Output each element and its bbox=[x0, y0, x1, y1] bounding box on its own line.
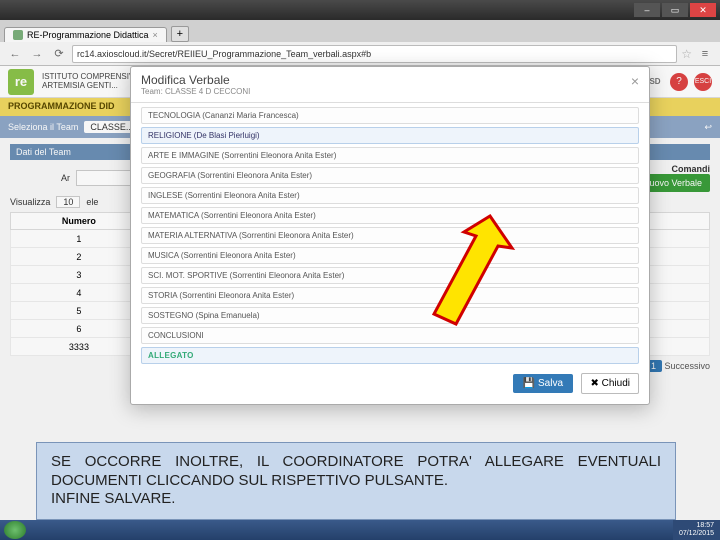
url-text: rc14.axioscloud.it/Secret/REIIEU_Program… bbox=[77, 49, 371, 59]
caption-line2: INFINE SALVARE. bbox=[51, 490, 175, 507]
tab-close-icon[interactable]: × bbox=[153, 30, 158, 40]
subject-item[interactable]: ARTE E IMMAGINE (Sorrentini Eleonora Ani… bbox=[141, 147, 639, 164]
subject-item[interactable]: MATEMATICA (Sorrentini Eleonora Anita Es… bbox=[141, 207, 639, 224]
nav-forward-button[interactable]: → bbox=[28, 45, 46, 63]
save-button[interactable]: 💾 Salva bbox=[513, 374, 573, 393]
subject-item[interactable]: SCI. MOT. SPORTIVE (Sorrentini Eleonora … bbox=[141, 267, 639, 284]
modal-header: Modifica Verbale Team: CLASSE 4 D CECCON… bbox=[131, 67, 649, 103]
start-button[interactable] bbox=[4, 521, 26, 539]
modal-close-icon[interactable]: × bbox=[631, 73, 639, 89]
browser-toolbar: ← → ⟳ rc14.axioscloud.it/Secret/REIIEU_P… bbox=[0, 42, 720, 66]
modal-body: TECNOLOGIA (Cananzi Maria Francesca) RELI… bbox=[131, 103, 649, 404]
modal-footer: 💾 Salva ✖ Chiudi bbox=[141, 367, 639, 394]
modifica-verbale-modal: Modifica Verbale Team: CLASSE 4 D CECCON… bbox=[130, 66, 650, 405]
browser-tab[interactable]: RE-Programmazione Didattica × bbox=[4, 27, 167, 42]
address-bar[interactable]: rc14.axioscloud.it/Secret/REIIEU_Program… bbox=[72, 45, 677, 63]
subject-item[interactable]: TECNOLOGIA (Cananzi Maria Francesca) bbox=[141, 107, 639, 124]
window-minimize-button[interactable]: – bbox=[634, 3, 660, 17]
instruction-caption: SE OCCORRE INOLTRE, IL COORDINATORE POTR… bbox=[36, 442, 676, 520]
bookmark-star-icon[interactable]: ☆ bbox=[681, 47, 692, 61]
windows-taskbar: 18:57 07/12/2015 bbox=[0, 520, 720, 540]
close-label: Chiudi bbox=[602, 378, 630, 389]
close-button[interactable]: ✖ Chiudi bbox=[581, 373, 639, 394]
tray-date: 07/12/2015 bbox=[679, 530, 714, 538]
window-maximize-button[interactable]: ▭ bbox=[662, 3, 688, 17]
subject-item[interactable]: GEOGRAFIA (Sorrentini Eleonora Anita Est… bbox=[141, 167, 639, 184]
nav-back-button[interactable]: ← bbox=[6, 45, 24, 63]
subject-item[interactable]: CONCLUSIONI bbox=[141, 327, 639, 344]
subject-item[interactable]: INGLESE (Sorrentini Eleonora Anita Ester… bbox=[141, 187, 639, 204]
browser-tabbar: RE-Programmazione Didattica × + bbox=[0, 20, 720, 42]
nav-reload-button[interactable]: ⟳ bbox=[50, 45, 68, 63]
tray-time: 18:57 bbox=[679, 522, 714, 530]
subject-item[interactable]: STORIA (Sorrentini Eleonora Anita Ester) bbox=[141, 287, 639, 304]
window-close-button[interactable]: ✕ bbox=[690, 3, 716, 17]
modal-subtitle: Team: CLASSE 4 D CECCONI bbox=[141, 87, 631, 96]
tab-favicon-icon bbox=[13, 30, 23, 40]
new-tab-button[interactable]: + bbox=[171, 26, 189, 42]
allegato-item[interactable]: ALLEGATO bbox=[141, 347, 639, 364]
tab-title: RE-Programmazione Didattica bbox=[27, 30, 149, 40]
system-tray[interactable]: 18:57 07/12/2015 bbox=[673, 520, 720, 540]
subject-item[interactable]: MUSICA (Sorrentini Eleonora Anita Ester) bbox=[141, 247, 639, 264]
caption-line1: SE OCCORRE INOLTRE, IL COORDINATORE POTR… bbox=[51, 453, 661, 489]
save-label: Salva bbox=[538, 378, 563, 389]
browser-menu-button[interactable]: ≡ bbox=[696, 45, 714, 63]
window-titlebar: – ▭ ✕ bbox=[0, 0, 720, 20]
subject-item[interactable]: MATERIA ALTERNATIVA (Sorrentini Eleonora… bbox=[141, 227, 639, 244]
modal-title: Modifica Verbale bbox=[141, 73, 631, 87]
subject-item[interactable]: SOSTEGNO (Spina Emanuela) bbox=[141, 307, 639, 324]
subject-item[interactable]: RELIGIONE (De Blasi Pierluigi) bbox=[141, 127, 639, 144]
